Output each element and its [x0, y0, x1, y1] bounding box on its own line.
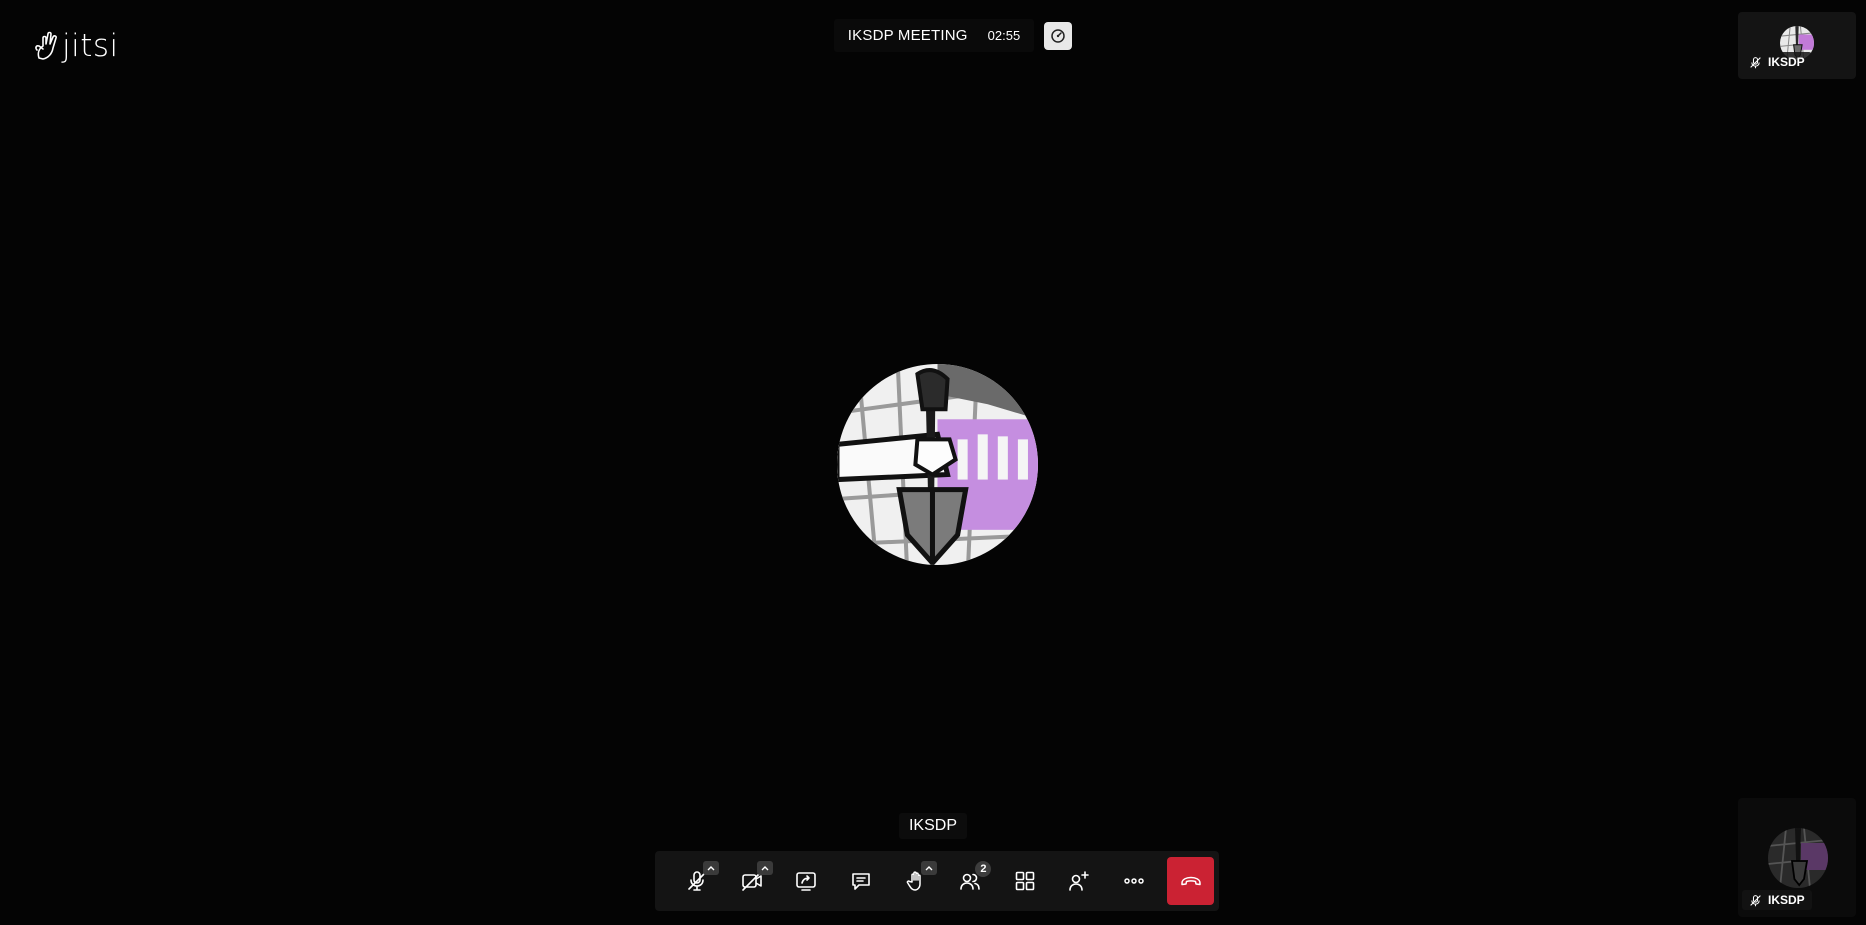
share-screen-button[interactable]	[779, 857, 834, 905]
speaker-name-container: IKSDP	[0, 813, 1866, 839]
reactions-options-caret[interactable]	[920, 861, 937, 875]
camera-button[interactable]	[725, 857, 780, 905]
thumbnail-label: IKSDP	[1742, 52, 1812, 72]
mic-muted-icon	[1750, 894, 1761, 906]
avatar-image	[837, 364, 1038, 565]
connection-stats-button[interactable]	[1044, 21, 1073, 50]
chevron-up-icon	[707, 866, 715, 871]
participant-thumbnail-top[interactable]: IKSDP	[1738, 12, 1856, 79]
more-actions-button[interactable]	[1107, 857, 1162, 905]
participants-button[interactable]: 2	[943, 857, 998, 905]
meeting-toolbar: 2	[655, 851, 1219, 911]
meeting-subject: IKSDP MEETING	[847, 27, 968, 44]
participant-thumbnail-bottom[interactable]: IKSDP	[1738, 798, 1856, 917]
mic-muted-icon	[1750, 56, 1761, 68]
thumbnail-label: IKSDP	[1742, 890, 1812, 910]
thumbnail-avatar	[1768, 828, 1828, 888]
chevron-up-icon	[925, 866, 933, 871]
microphone-button[interactable]	[670, 857, 725, 905]
hangup-button[interactable]	[1167, 857, 1214, 905]
tile-view-button[interactable]	[997, 857, 1052, 905]
participant-count-badge: 2	[975, 861, 992, 877]
meeting-timer: 02:55	[987, 28, 1021, 43]
subject-box: IKSDP MEETING 02:55	[833, 19, 1035, 52]
more-icon	[1124, 878, 1144, 884]
invite-button[interactable]	[1052, 857, 1107, 905]
thumbnail-name: IKSDP	[1768, 55, 1805, 69]
gauge-icon	[1051, 28, 1065, 43]
chat-button[interactable]	[834, 857, 889, 905]
tile-view-icon	[1015, 871, 1035, 891]
camera-options-caret[interactable]	[757, 861, 774, 875]
chat-icon	[852, 873, 870, 890]
chevron-up-icon	[761, 866, 769, 871]
meeting-header: IKSDP MEETING 02:55	[0, 19, 1866, 52]
microphone-options-caret[interactable]	[702, 861, 719, 875]
speaker-display-name: IKSDP	[898, 813, 967, 839]
hangup-icon	[1180, 876, 1201, 886]
share-screen-icon	[796, 872, 817, 891]
speaker-avatar	[837, 364, 1038, 565]
meeting-stage: jitsi IKSDP MEETING 02:55 IKSDP IKSDP IK…	[0, 0, 1866, 925]
add-person-icon	[1069, 871, 1090, 891]
raise-hand-button[interactable]	[888, 857, 943, 905]
thumbnail-name: IKSDP	[1768, 893, 1805, 907]
